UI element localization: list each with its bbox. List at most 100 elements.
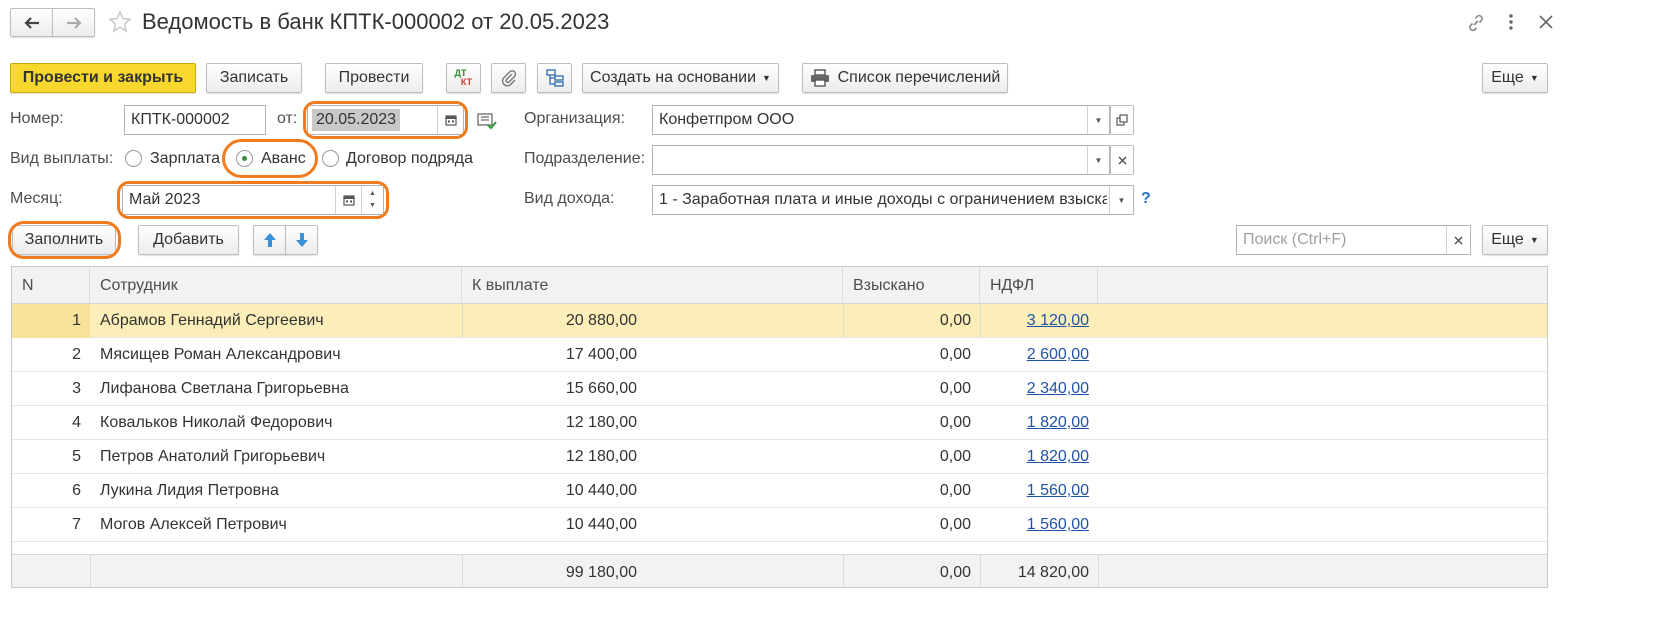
chevron-down-icon[interactable]: ▼ bbox=[1087, 106, 1109, 134]
organization-field[interactable]: Конфетпром ООО ▼ bbox=[652, 105, 1110, 135]
department-field[interactable]: ▼ bbox=[652, 145, 1110, 175]
more-vertical-icon[interactable] bbox=[1508, 12, 1514, 37]
transfer-list-button[interactable]: Список перечислений bbox=[802, 63, 1008, 93]
post-button[interactable]: Провести bbox=[325, 63, 423, 93]
create-based-on-button[interactable]: Создать на основании ▼ bbox=[582, 63, 779, 93]
radio-salary[interactable] bbox=[125, 150, 142, 167]
clear-department-button[interactable] bbox=[1110, 145, 1134, 175]
cell-employee: Могов Алексей Петрович bbox=[100, 516, 287, 533]
column-header-ndfl[interactable]: НДФЛ bbox=[980, 267, 1098, 304]
table-more-button[interactable]: Еще ▼ bbox=[1482, 225, 1548, 255]
chevron-down-icon[interactable]: ▼ bbox=[1087, 146, 1109, 174]
cell-pay: 10 440,00 bbox=[565, 516, 637, 533]
fill-button[interactable]: Заполнить bbox=[12, 225, 116, 255]
cell-ndfl[interactable]: 1 560,00 bbox=[980, 474, 1089, 508]
cell-ndfl[interactable]: 1 820,00 bbox=[980, 406, 1089, 440]
document-check-icon[interactable] bbox=[477, 112, 497, 135]
structure-button[interactable] bbox=[537, 63, 572, 93]
save-button[interactable]: Записать bbox=[206, 63, 302, 93]
table-row[interactable]: 1 Абрамов Геннадий Сергеевич 20 880,00 0,00… bbox=[12, 304, 1547, 338]
income-type-field[interactable]: 1 - Заработная плата и иные доходы с огр… bbox=[652, 185, 1134, 215]
post-and-close-button[interactable]: Провести и закрыть bbox=[10, 63, 196, 93]
cell-employee: Петров Анатолий Григорьевич bbox=[100, 448, 326, 465]
table-header: N Сотрудник К выплате Взыскано НДФЛ bbox=[12, 267, 1547, 304]
table-row[interactable]: 4 Ковальков Николай Федорович 12 180,00 0,0… bbox=[12, 406, 1547, 440]
close-icon[interactable] bbox=[1538, 14, 1554, 35]
search-input[interactable]: Поиск (Ctrl+F) bbox=[1236, 225, 1471, 255]
star-icon[interactable] bbox=[108, 10, 132, 39]
income-type-label: Вид дохода: bbox=[524, 190, 615, 207]
cell-recovered: 0,00 bbox=[939, 516, 971, 533]
total-recovered: 0,00 bbox=[939, 564, 971, 581]
chevron-down-icon[interactable]: ▼ bbox=[1109, 186, 1133, 214]
arrow-left-icon bbox=[23, 16, 39, 29]
cell-ndfl[interactable]: 3 120,00 bbox=[980, 304, 1089, 338]
spin-down-icon[interactable]: ▼ bbox=[369, 200, 376, 212]
spin-up-icon[interactable]: ▲ bbox=[369, 188, 376, 200]
cell-recovered: 0,00 bbox=[939, 482, 971, 499]
radio-advance-label[interactable]: Аванс bbox=[261, 150, 306, 168]
organization-value: Конфетпром ООО bbox=[659, 111, 795, 128]
cell-pay: 12 180,00 bbox=[565, 448, 637, 465]
cell-employee: Мясищев Роман Александрович bbox=[100, 346, 341, 363]
column-header-recovered[interactable]: Взыскано bbox=[843, 267, 980, 304]
back-button[interactable] bbox=[10, 8, 53, 37]
hierarchy-icon bbox=[545, 69, 564, 87]
add-button[interactable]: Добавить bbox=[138, 225, 239, 255]
cell-ndfl[interactable]: 1 560,00 bbox=[980, 508, 1089, 542]
column-header-employee[interactable]: Сотрудник bbox=[90, 267, 462, 304]
number-label: Номер: bbox=[10, 110, 64, 127]
radio-contract-label[interactable]: Договор подряда bbox=[346, 150, 473, 168]
open-organization-button[interactable] bbox=[1110, 105, 1134, 135]
more-button[interactable]: Еще ▼ bbox=[1482, 63, 1548, 93]
table-row[interactable]: 7 Могов Алексей Петрович 10 440,00 0,00 1 56… bbox=[12, 508, 1547, 542]
radio-contract[interactable] bbox=[322, 150, 339, 167]
column-header-pay[interactable]: К выплате bbox=[462, 267, 843, 304]
date-field[interactable]: 20.05.2023 bbox=[307, 105, 464, 135]
dropdown-arrow-icon: ▼ bbox=[1529, 235, 1539, 245]
clear-search-icon[interactable] bbox=[1446, 226, 1470, 254]
table-row[interactable]: 6 Лукина Лидия Петровна 10 440,00 0,00 1 560… bbox=[12, 474, 1547, 508]
table-row[interactable]: 3 Лифанова Светлана Григорьевна 15 660,00 0… bbox=[12, 372, 1547, 406]
cell-employee: Абрамов Геннадий Сергеевич bbox=[100, 312, 324, 329]
dt-kt-button[interactable]: ДТ КТ bbox=[446, 63, 481, 93]
more-label: Еще bbox=[1491, 69, 1524, 86]
payment-type-label: Вид выплаты: bbox=[10, 150, 114, 167]
table-row[interactable]: 2 Мясищев Роман Александрович 17 400,00 0,0… bbox=[12, 338, 1547, 372]
move-up-button[interactable] bbox=[253, 225, 286, 255]
page-title: Ведомость в банк КПТК-000002 от 20.05.20… bbox=[142, 9, 610, 34]
date-value: 20.05.2023 bbox=[312, 109, 401, 131]
radio-advance[interactable] bbox=[236, 150, 253, 167]
link-icon[interactable] bbox=[1466, 13, 1486, 38]
month-field[interactable]: Май 2023 ▲ ▼ bbox=[122, 185, 384, 215]
cell-recovered: 0,00 bbox=[939, 380, 971, 397]
column-header-n[interactable]: N bbox=[12, 267, 90, 304]
dropdown-arrow-icon: ▼ bbox=[762, 73, 771, 83]
month-spinner[interactable]: ▲ ▼ bbox=[361, 186, 383, 214]
table-row[interactable]: 5 Петров Анатолий Григорьевич 12 180,00 0,0… bbox=[12, 440, 1547, 474]
move-down-button[interactable] bbox=[285, 225, 318, 255]
search-placeholder: Поиск (Ctrl+F) bbox=[1243, 231, 1347, 248]
attach-button[interactable] bbox=[491, 63, 526, 93]
number-field[interactable]: КПТК-000002 bbox=[124, 105, 266, 135]
cell-n: 5 bbox=[72, 448, 81, 465]
cell-n: 2 bbox=[72, 346, 81, 363]
forward-button[interactable] bbox=[52, 8, 95, 37]
calendar-icon[interactable] bbox=[437, 106, 463, 134]
calendar-icon[interactable] bbox=[335, 186, 361, 214]
help-icon[interactable]: ? bbox=[1141, 190, 1151, 208]
employees-table[interactable]: N Сотрудник К выплате Взыскано НДФЛ 1 Абр… bbox=[11, 266, 1548, 588]
cell-ndfl[interactable]: 2 340,00 bbox=[980, 372, 1089, 406]
cell-ndfl[interactable]: 2 600,00 bbox=[980, 338, 1089, 372]
cell-n: 3 bbox=[72, 380, 81, 397]
cell-pay: 15 660,00 bbox=[565, 380, 637, 397]
cell-ndfl[interactable]: 1 820,00 bbox=[980, 440, 1089, 474]
table-footer: 99 180,00 0,00 14 820,00 bbox=[12, 554, 1547, 587]
cell-n: 1 bbox=[72, 312, 81, 329]
kt-label: КТ bbox=[460, 77, 473, 87]
radio-salary-label[interactable]: Зарплата bbox=[150, 150, 220, 168]
from-label: от: bbox=[277, 110, 298, 127]
cell-n: 4 bbox=[72, 414, 81, 431]
cell-employee: Лукина Лидия Петровна bbox=[100, 482, 279, 499]
table-more-label: Еще bbox=[1491, 231, 1524, 248]
